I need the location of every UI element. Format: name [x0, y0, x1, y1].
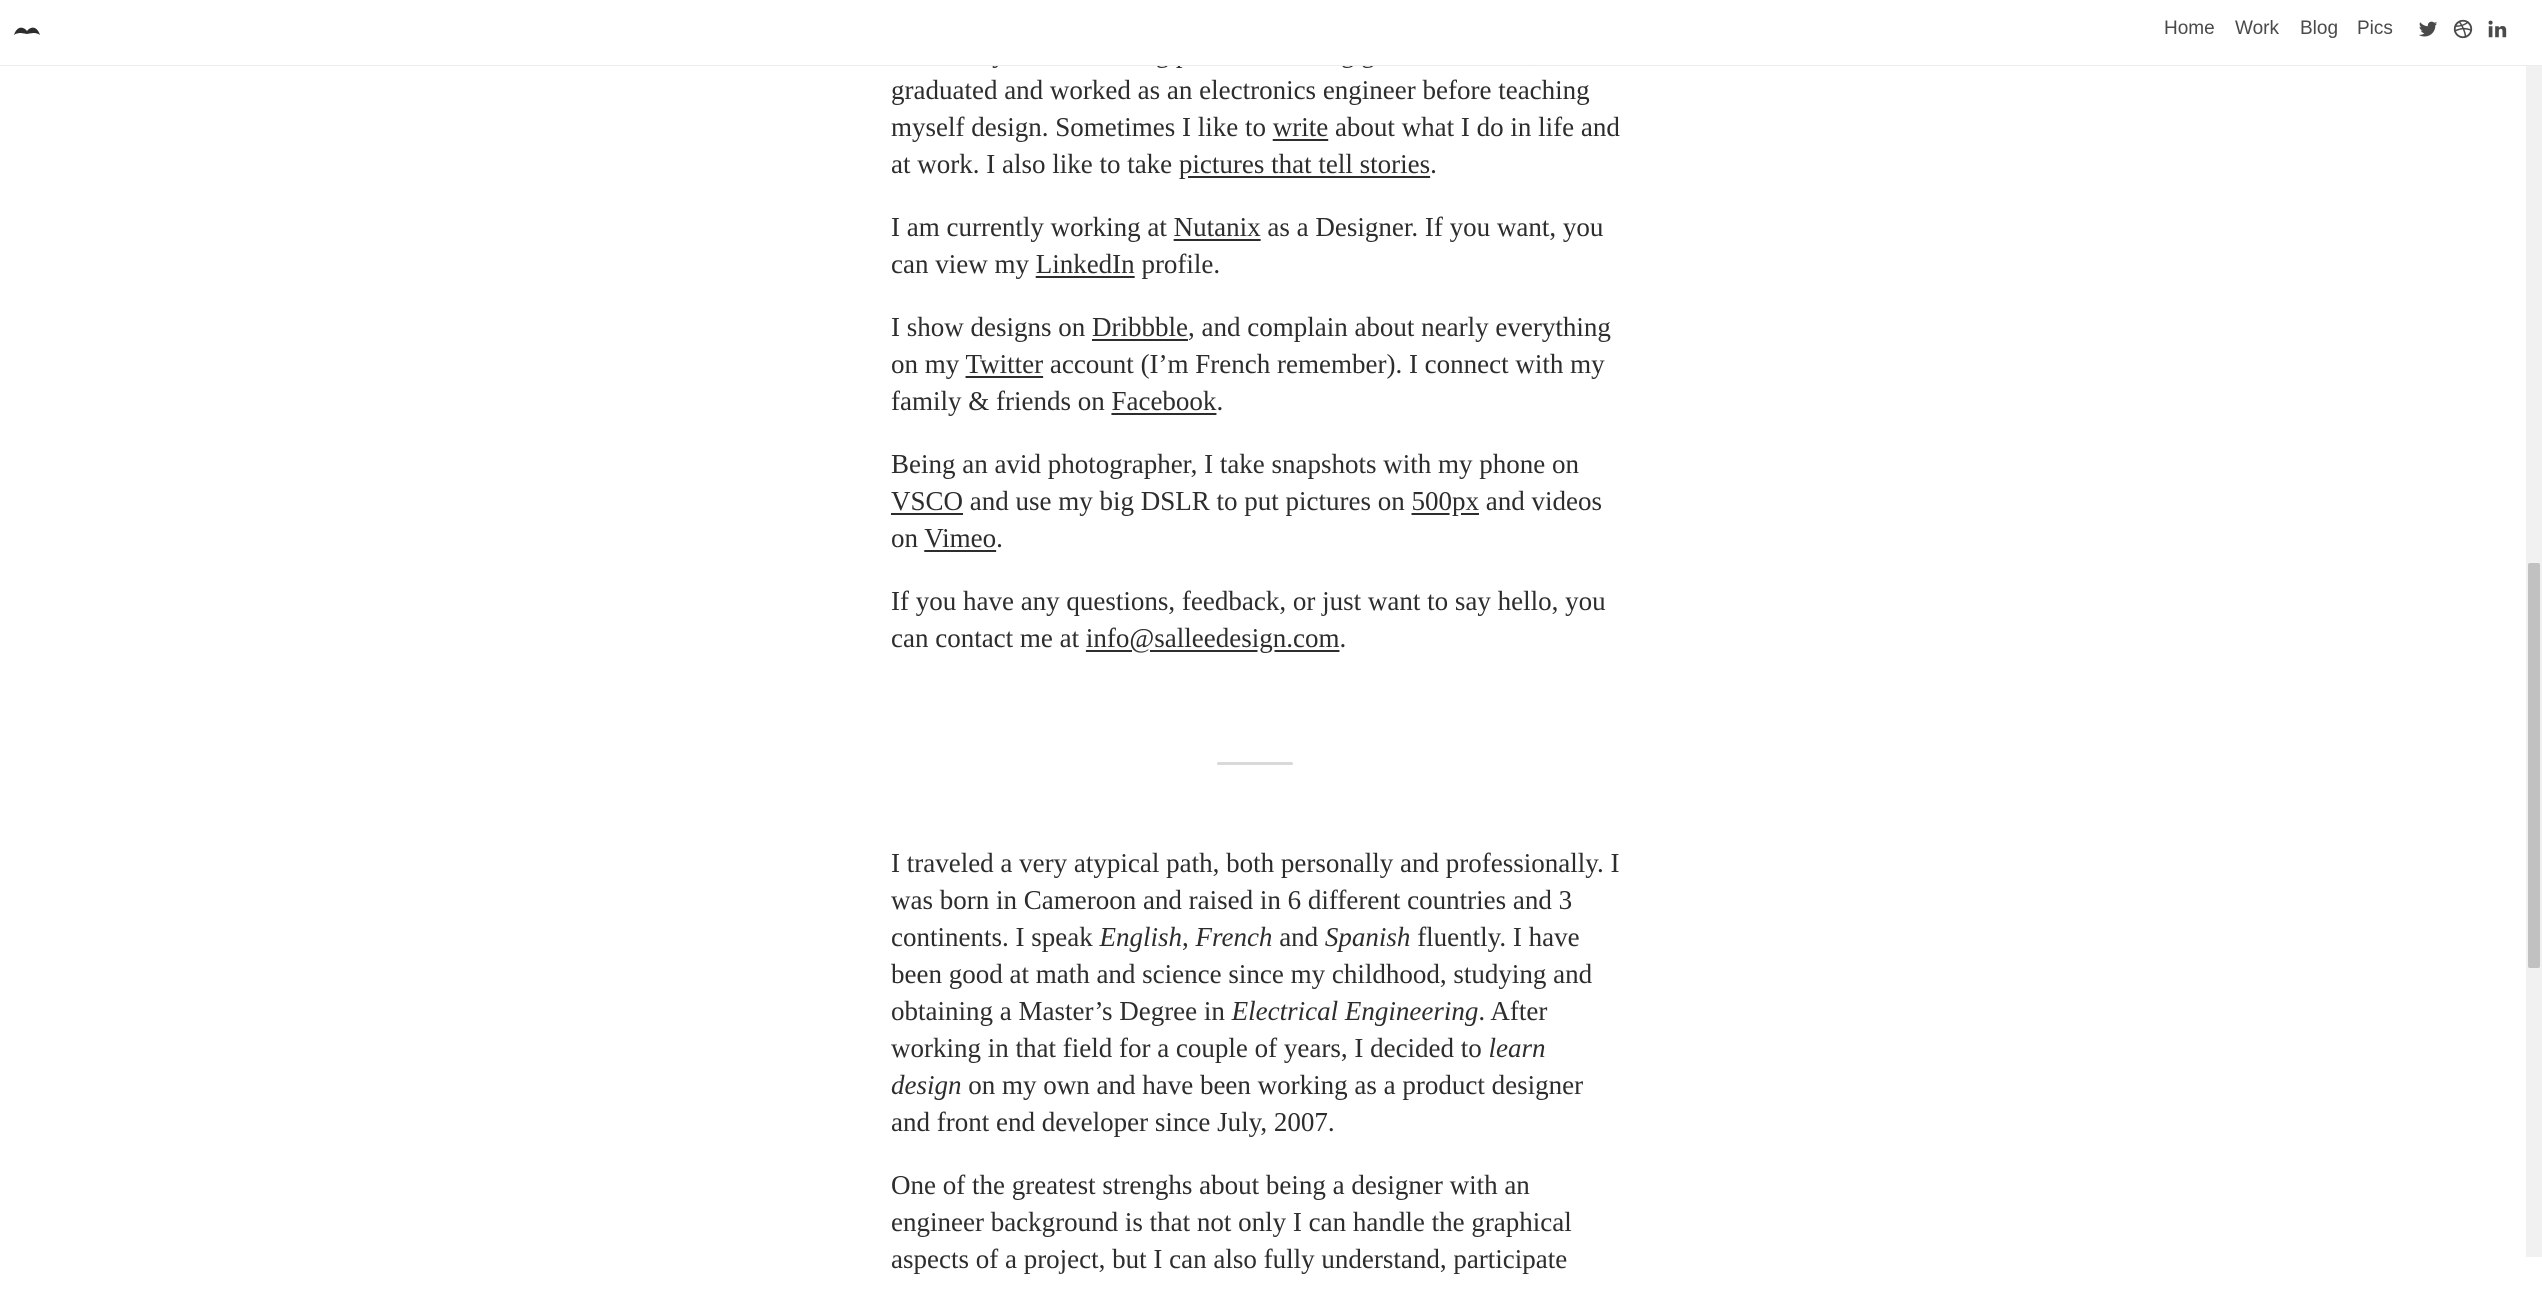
500px-link[interactable]: 500px: [1412, 486, 1480, 516]
linkedin-icon[interactable]: [2486, 18, 2508, 40]
paragraph-social: I show designs on Dribbble, and complain…: [891, 309, 1621, 420]
text: .: [1339, 623, 1347, 653]
text: I show designs on: [891, 312, 1092, 342]
text: profile.: [1134, 249, 1221, 279]
section-divider-wrap: [891, 683, 1621, 845]
nav-pics-link[interactable]: Pics: [2357, 18, 2393, 40]
twitter-icon[interactable]: [2417, 18, 2439, 40]
about-content: I’ve always loved solving problems. Bein…: [891, 38, 1621, 1304]
text: .: [996, 523, 1003, 553]
text: .: [1430, 149, 1437, 179]
nutanix-link[interactable]: Nutanix: [1174, 212, 1261, 242]
scrollbar-thumb[interactable]: [2528, 563, 2540, 968]
paragraph-strengths: One of the greatest strenghs about being…: [891, 1167, 1621, 1278]
text: Being an avid photographer, I take snaps…: [891, 449, 1580, 479]
top-navigation-bar: Home Work Blog Pics: [0, 0, 2542, 66]
text: on my own and have been working as a pro…: [891, 1070, 1584, 1137]
facebook-link[interactable]: Facebook: [1111, 386, 1216, 416]
paragraph-photography: Being an avid photographer, I take snaps…: [891, 446, 1621, 557]
degree-field: Electrical Engineering: [1231, 996, 1479, 1026]
write-link[interactable]: write: [1273, 112, 1328, 142]
paragraph-journey: I traveled a very atypical path, both pe…: [891, 845, 1621, 1141]
paragraph-contact: If you have any questions, feedback, or …: [891, 583, 1621, 657]
text: ,: [1181, 922, 1196, 952]
language-english: English: [1099, 922, 1182, 952]
text: .: [1216, 386, 1224, 416]
vsco-link[interactable]: VSCO: [891, 486, 963, 516]
section-divider: [1217, 762, 1293, 765]
linkedin-link[interactable]: LinkedIn: [1036, 249, 1135, 279]
nav-blog-link[interactable]: Blog: [2300, 18, 2338, 40]
email-link[interactable]: info@salleedesign.com: [1086, 623, 1340, 653]
vimeo-link[interactable]: Vimeo: [924, 523, 996, 553]
nav-home-link[interactable]: Home: [2164, 18, 2215, 40]
twitter-link[interactable]: Twitter: [966, 349, 1044, 379]
nav-work-link[interactable]: Work: [2235, 18, 2279, 40]
text: and: [1272, 922, 1325, 952]
mustache-icon[interactable]: [12, 20, 42, 40]
pictures-link[interactable]: pictures that tell stories: [1179, 149, 1430, 179]
text: and use my big DSLR to put pictures on: [963, 486, 1412, 516]
dribbble-link[interactable]: Dribbble: [1092, 312, 1188, 342]
language-spanish: Spanish: [1324, 922, 1411, 952]
dribbble-icon[interactable]: [2452, 18, 2474, 40]
paragraph-current-work: I am currently working at Nutanix as a D…: [891, 209, 1621, 283]
text: One of the greatest strenghs about being…: [891, 1170, 1572, 1274]
text: I am currently working at: [891, 212, 1174, 242]
language-french: French: [1195, 922, 1273, 952]
